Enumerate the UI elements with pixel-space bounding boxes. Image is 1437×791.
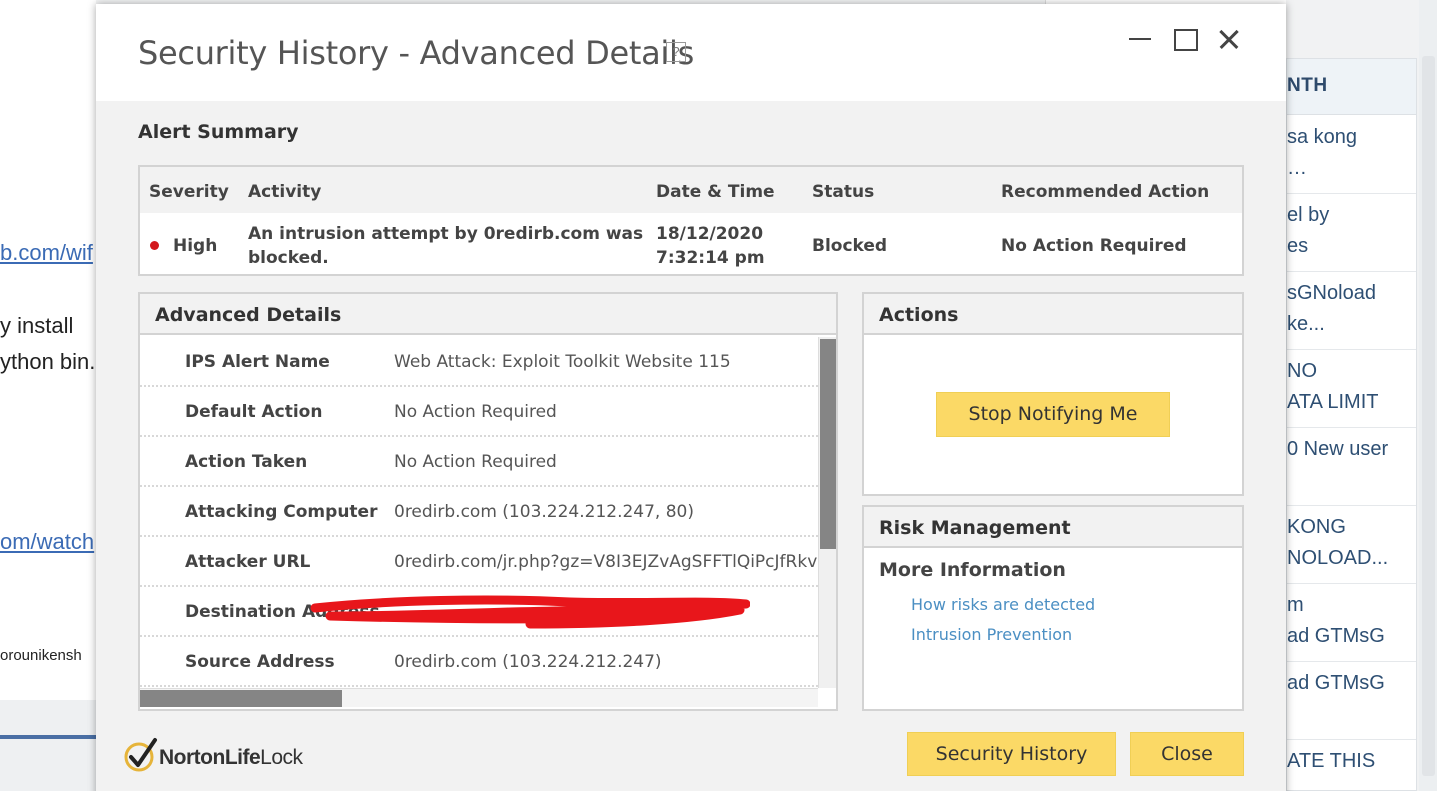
column-header-activity: Activity xyxy=(248,182,322,202)
detail-value: Web Attack: Exploit Toolkit Website 115 xyxy=(394,352,731,372)
maximize-icon[interactable] xyxy=(1171,26,1199,54)
background-text: y install xyxy=(0,313,74,338)
detail-key: Attacker URL xyxy=(185,552,311,572)
detail-value: 0redirb.com (103.224.212.247, 80) xyxy=(394,502,695,522)
detail-key: Default Action xyxy=(185,402,323,422)
list-item: IPS Alert Name Web Attack: Exploit Toolk… xyxy=(140,337,818,387)
detail-value: No Action Required xyxy=(394,452,557,472)
column-header-status: Status xyxy=(812,182,875,202)
background-sidebar-item[interactable]: 0 New user xyxy=(1287,428,1416,506)
background-sidebar-item[interactable]: el by es xyxy=(1287,194,1416,272)
column-header-recommended: Recommended Action xyxy=(1001,182,1210,202)
activity-value: An intrusion attempt by 0redirb.com was … xyxy=(248,224,644,268)
background-footer xyxy=(0,700,96,791)
dialog-title: Security History - Advanced Details xyxy=(138,34,694,72)
advanced-details-panel: Advanced Details IPS Alert Name Web Atta… xyxy=(138,292,838,711)
background-sidebar-item[interactable]: ATE THIS xyxy=(1287,740,1416,790)
risk-management-panel: Risk Management More Information How ris… xyxy=(862,505,1244,711)
detail-key: Attacking Computer xyxy=(185,502,378,522)
risk-management-title: Risk Management xyxy=(864,507,1242,548)
list-item: Default Action No Action Required xyxy=(140,387,818,437)
background-sidebar-item[interactable]: sa kong… xyxy=(1287,116,1416,194)
background-text: orounikensh xyxy=(0,647,82,664)
background-sidebar-item[interactable]: ad GTMsG xyxy=(1287,662,1416,740)
detail-key: IPS Alert Name xyxy=(185,352,330,372)
logo-wordmark: NortonLifeLock xyxy=(159,746,303,769)
close-button[interactable]: Close xyxy=(1130,732,1244,776)
list-item: Attacker URL 0redirb.com/jr.php?gz=V8I3E… xyxy=(140,537,818,587)
background-text: ython bin. xyxy=(0,349,96,374)
detail-key: Action Taken xyxy=(185,452,308,472)
severity-value: High xyxy=(173,236,218,256)
detail-value: 0redirb.com/jr.php?gz=V8I3EJZvAgSFFTlQiP… xyxy=(394,552,818,572)
background-sidebar-item[interactable]: m ad GTMsG xyxy=(1287,584,1416,662)
redaction-scribble xyxy=(310,595,750,629)
intrusion-prevention-link[interactable]: Intrusion Prevention xyxy=(911,625,1072,644)
background-sidebar-item[interactable]: KONG NOLOAD... xyxy=(1287,506,1416,584)
actions-title: Actions xyxy=(864,294,1242,335)
more-information-heading: More Information xyxy=(879,559,1066,581)
horizontal-scrollbar-thumb[interactable] xyxy=(140,690,342,707)
detail-value: No Action Required xyxy=(394,402,557,422)
vertical-scrollbar-thumb[interactable] xyxy=(820,339,836,549)
severity-high-icon xyxy=(150,241,159,250)
list-item: Attacking Computer 0redirb.com (103.224.… xyxy=(140,487,818,537)
background-page-left: b.com/wif y install ython bin. om/watch … xyxy=(0,0,96,791)
table-row: High An intrusion attempt by 0redirb.com… xyxy=(140,213,1242,274)
recommended-value: No Action Required xyxy=(1001,236,1187,256)
background-sidebar-item[interactable]: sGNoload ke... xyxy=(1287,272,1416,350)
help-icon[interactable]: ? xyxy=(666,42,686,62)
dialog-header: Security History - Advanced Details ? xyxy=(96,4,1286,101)
datetime-value: 18/12/2020 7:32:14 pm xyxy=(656,224,765,268)
norton-check-icon xyxy=(124,738,157,772)
column-header-datetime: Date & Time xyxy=(656,182,775,202)
background-link[interactable]: om/watch xyxy=(0,529,94,555)
minimize-icon[interactable] xyxy=(1126,26,1154,54)
table-header-row: Severity Activity Date & Time Status Rec… xyxy=(140,167,1242,213)
detail-value: 0redirb.com (103.224.212.247) xyxy=(394,652,662,672)
background-scrollbar-thumb[interactable] xyxy=(1422,56,1435,776)
close-icon[interactable] xyxy=(1215,26,1243,54)
actions-panel: Actions Stop Notifying Me xyxy=(862,292,1244,496)
alert-summary-table: Severity Activity Date & Time Status Rec… xyxy=(138,165,1244,276)
background-sidebar: NTH sa kong… el by es sGNoload ke... NO ATA… xyxy=(1286,58,1417,791)
background-sidebar-title: NTH xyxy=(1287,59,1416,115)
stop-notifying-button[interactable]: Stop Notifying Me xyxy=(936,392,1170,437)
security-history-button[interactable]: Security History xyxy=(907,732,1116,776)
alert-summary-heading: Alert Summary xyxy=(138,121,299,143)
background-sidebar-item[interactable]: NO ATA LIMIT xyxy=(1287,350,1416,428)
list-item: Action Taken No Action Required xyxy=(140,437,818,487)
background-divider xyxy=(0,735,96,739)
advanced-details-list: IPS Alert Name Web Attack: Exploit Toolk… xyxy=(140,337,818,688)
how-risks-detected-link[interactable]: How risks are detected xyxy=(911,595,1095,614)
background-link[interactable]: b.com/wif xyxy=(0,240,93,266)
advanced-details-title: Advanced Details xyxy=(140,294,836,335)
security-history-dialog: Security History - Advanced Details ? Al… xyxy=(96,4,1286,791)
column-header-severity: Severity xyxy=(149,182,229,202)
list-item: Source Address 0redirb.com (103.224.212.… xyxy=(140,637,818,687)
status-value: Blocked xyxy=(812,236,888,256)
detail-key: Source Address xyxy=(185,652,335,672)
